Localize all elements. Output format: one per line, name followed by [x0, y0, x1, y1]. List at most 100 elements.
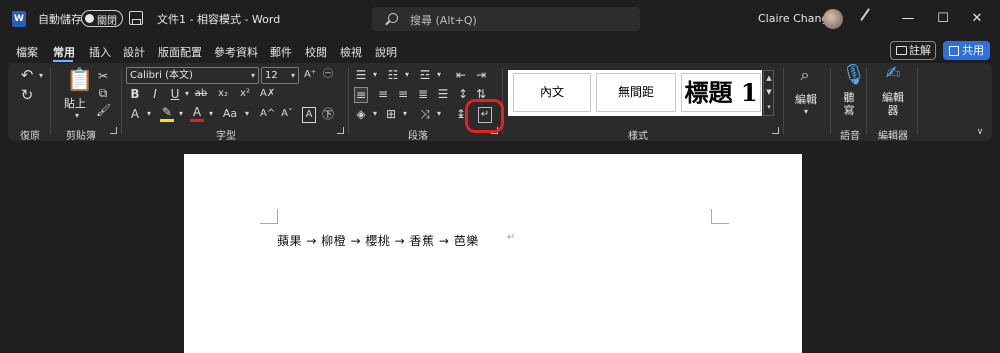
tab-design[interactable]: 設計 — [123, 44, 145, 60]
font-name-select[interactable]: Calibri (本文) ▾ — [126, 67, 259, 84]
phonetic-guide-icon[interactable]: ㊀ — [321, 68, 335, 82]
justify-icon[interactable]: ≣ — [416, 87, 430, 101]
editor-icon[interactable]: ✍ — [884, 65, 902, 83]
bold-icon[interactable]: B — [128, 87, 142, 101]
borders-dropdown-icon[interactable]: ▾ — [398, 107, 412, 121]
underline-dropdown-icon[interactable]: ▾ — [180, 87, 194, 101]
sort-icon[interactable]: ⤨ — [418, 107, 432, 121]
highlight-dropdown-icon[interactable]: ▾ — [174, 107, 188, 121]
multilevel-list-icon[interactable]: ☲ — [418, 68, 432, 82]
editor-button-label[interactable]: 編輯器 — [880, 91, 906, 117]
sort-dropdown-icon[interactable]: ▾ — [432, 107, 446, 121]
tab-help[interactable]: 說明 — [375, 44, 397, 60]
more-icon[interactable]: ▾ — [762, 100, 776, 114]
undo-dropdown-icon[interactable]: ▾ — [34, 69, 48, 83]
clipboard-launcher-icon[interactable] — [110, 127, 117, 134]
character-border-icon[interactable]: A — [302, 107, 316, 123]
style-no-spacing[interactable]: 無間距 — [596, 73, 676, 112]
align-center-icon[interactable]: ≡ — [376, 87, 390, 101]
shading-dropdown-icon[interactable]: ▾ — [368, 107, 382, 121]
distributed-icon[interactable]: ☰ — [436, 87, 450, 101]
style-heading-1[interactable]: 標題 1 — [681, 73, 761, 112]
autosave-toggle[interactable]: 關閉 — [81, 10, 123, 27]
enclose-characters-icon[interactable]: ㊦ — [321, 107, 335, 121]
tab-home[interactable]: 常用 — [53, 44, 75, 60]
cut-icon[interactable]: ✂ — [96, 69, 110, 83]
text-effects-icon[interactable]: A — [128, 107, 142, 121]
increase-indent-icon[interactable]: ⇥ — [474, 68, 488, 82]
highlight-icon[interactable]: ✎ — [160, 105, 174, 122]
search-placeholder: 搜尋 (Alt+Q) — [410, 14, 477, 27]
tab-view[interactable]: 檢視 — [340, 44, 362, 60]
align-left-icon[interactable]: ≡ — [354, 87, 368, 103]
comments-button[interactable]: 註解 — [890, 41, 936, 60]
tab-file[interactable]: 檔案 — [16, 44, 38, 60]
minimize-button[interactable]: — — [898, 9, 918, 29]
save-icon[interactable] — [129, 11, 143, 25]
line-spacing-icon[interactable]: ↕ — [456, 87, 470, 101]
document-title: 文件1 - 相容模式 - Word — [157, 13, 281, 26]
copy-icon[interactable]: ⧉ — [96, 86, 110, 100]
group-label-styles: 樣式 — [628, 131, 648, 142]
change-case-dropdown-icon[interactable]: ▾ — [240, 107, 254, 121]
user-name[interactable]: Claire Chang — [758, 12, 828, 25]
enlarge-font-icon[interactable]: A^ — [260, 107, 275, 121]
style-normal[interactable]: 內文 — [513, 73, 591, 112]
highlight-ring — [465, 99, 504, 133]
decrease-indent-icon[interactable]: ⇤ — [454, 68, 468, 82]
maximize-button[interactable]: ☐ — [933, 9, 953, 29]
share-button[interactable]: 共用 — [943, 41, 990, 60]
font-color-icon[interactable]: A — [190, 105, 204, 122]
styles-gallery[interactable]: 內文 無間距 標題 1 — [508, 70, 762, 116]
italic-icon[interactable]: I — [148, 87, 162, 101]
numbering-icon[interactable]: ☷ — [386, 68, 400, 82]
grow-font-icon[interactable]: A⁺ — [303, 68, 317, 82]
tab-review[interactable]: 校閱 — [305, 44, 327, 60]
collapse-ribbon-icon[interactable]: ∨ — [973, 125, 987, 139]
undo-icon[interactable]: ↶ — [20, 68, 34, 83]
bullets-dropdown-icon[interactable]: ▾ — [368, 68, 382, 82]
font-launcher-icon[interactable] — [337, 127, 344, 134]
dictate-label[interactable]: 聽寫 — [842, 91, 856, 117]
group-label-voice: 語音 — [840, 131, 860, 142]
group-label-clipboard: 剪貼簿 — [66, 131, 96, 142]
tab-insert[interactable]: 插入 — [89, 44, 111, 60]
document-text-line[interactable]: 蘋果 → 柳橙 → 櫻桃 → 香蕉 → 芭樂 — [277, 232, 479, 249]
strikethrough-icon[interactable]: ab — [194, 87, 208, 101]
close-button[interactable]: ✕ — [967, 9, 987, 29]
font-size-select[interactable]: 12 ▾ — [261, 67, 299, 84]
text-effects-dropdown-icon[interactable]: ▾ — [142, 107, 156, 121]
align-right-icon[interactable]: ≡ — [396, 87, 410, 101]
tab-references[interactable]: 參考資料 — [214, 44, 258, 60]
multilevel-list-dropdown-icon[interactable]: ▾ — [432, 68, 446, 82]
chevron-down-icon[interactable]: ▼ — [762, 85, 776, 99]
document-page[interactable]: 蘋果 → 柳橙 → 櫻桃 → 香蕉 → 芭樂 ↵ — [184, 154, 802, 353]
subscript-icon[interactable]: x₂ — [216, 87, 230, 101]
bullets-icon[interactable]: ☰ — [354, 68, 368, 82]
redo-icon[interactable]: ↻ — [20, 88, 34, 103]
font-color-dropdown-icon[interactable]: ▾ — [204, 107, 218, 121]
font-name-value: Calibri (本文) — [130, 70, 193, 81]
divider — [121, 68, 122, 134]
numbering-dropdown-icon[interactable]: ▾ — [400, 68, 414, 82]
avatar[interactable] — [823, 9, 843, 29]
shading-icon[interactable]: ◈ — [354, 107, 368, 121]
styles-gallery-scroll[interactable]: ▲ ▼ ▾ — [763, 70, 774, 116]
borders-icon[interactable]: ⊞ — [384, 107, 398, 121]
format-painter-icon[interactable]: 🖌 — [96, 103, 111, 117]
paste-icon[interactable]: 📋 — [66, 69, 93, 93]
superscript-icon[interactable]: x² — [238, 87, 252, 101]
clear-formatting-icon[interactable]: A✗ — [260, 87, 275, 101]
pen-icon[interactable] — [860, 8, 880, 28]
find-icon[interactable]: ⌕ — [796, 67, 814, 83]
editing-dropdown-icon[interactable]: ▾ — [799, 105, 813, 119]
chevron-up-icon[interactable]: ▲ — [762, 71, 776, 85]
shrink-font-icon[interactable]: Aˇ — [280, 107, 294, 121]
microphone-icon[interactable]: 🎙 — [841, 64, 866, 84]
tab-mailings[interactable]: 郵件 — [270, 44, 292, 60]
search-box[interactable]: 搜尋 (Alt+Q) — [372, 7, 640, 31]
tab-layout[interactable]: 版面配置 — [158, 44, 202, 60]
paste-dropdown-icon[interactable]: ▾ — [70, 109, 84, 123]
styles-launcher-icon[interactable] — [772, 127, 779, 134]
change-case-icon[interactable]: Aa — [220, 107, 240, 121]
